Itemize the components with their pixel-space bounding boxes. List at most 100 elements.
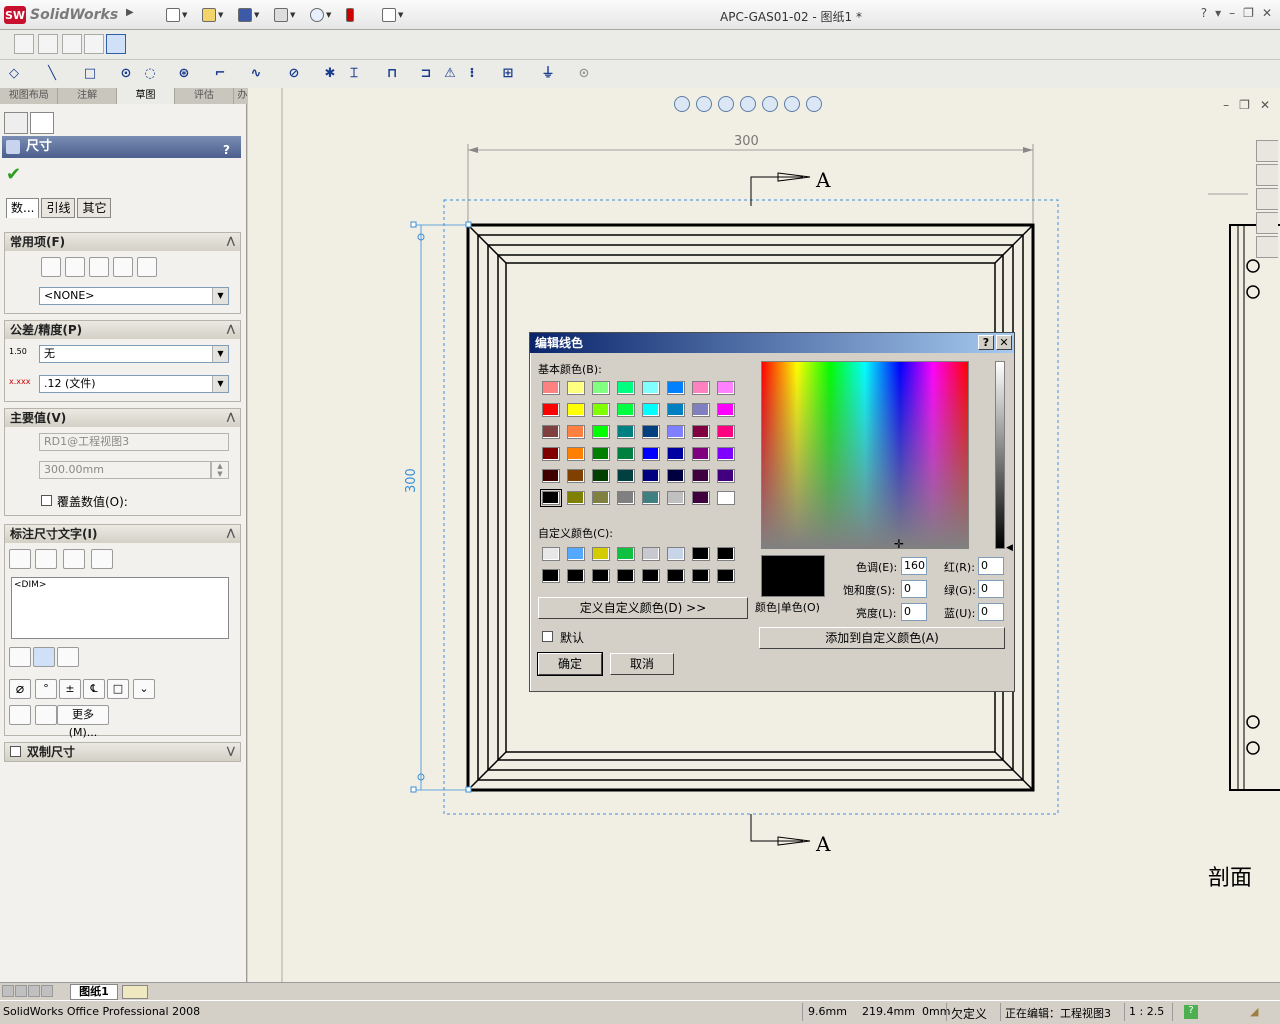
basic-color-swatch[interactable] <box>692 447 710 461</box>
basic-color-swatch[interactable] <box>692 469 710 483</box>
restore-button[interactable]: ❐ <box>1243 6 1254 20</box>
inspection-dimension-button[interactable] <box>63 549 85 569</box>
help-dropdown-icon[interactable]: ▾ <box>1215 6 1221 20</box>
diameter-symbol-button[interactable]: ⌀ <box>9 679 31 699</box>
toolbar-btn-2[interactable] <box>38 34 58 54</box>
align-left-button[interactable] <box>9 647 31 667</box>
basic-color-swatch[interactable] <box>567 469 585 483</box>
color-spectrum[interactable] <box>761 361 969 549</box>
custom-color-swatch[interactable] <box>567 547 585 561</box>
trim-icon[interactable]: ⊐ <box>418 66 434 82</box>
view-palette-icon[interactable] <box>1256 212 1278 234</box>
dual-dimension-checkbox[interactable] <box>10 746 21 757</box>
left-dimension-label[interactable]: 300 <box>404 468 419 493</box>
custom-color-swatch[interactable] <box>717 547 735 561</box>
basic-color-swatch[interactable] <box>717 447 735 461</box>
basic-color-swatch[interactable] <box>717 425 735 439</box>
doc-close-button[interactable]: ✕ <box>1260 98 1270 112</box>
basic-color-swatch[interactable] <box>567 491 585 505</box>
blue-input[interactable]: 0 <box>978 603 1004 621</box>
custom-color-swatch[interactable] <box>542 547 560 561</box>
view-orientation-icon[interactable] <box>784 96 800 112</box>
solidworks-logo[interactable]: SW SolidWorks <box>4 5 130 25</box>
doc-restore-button[interactable]: ❐ <box>1239 98 1250 112</box>
basic-color-swatch[interactable] <box>717 403 735 417</box>
basic-color-swatch[interactable] <box>592 403 610 417</box>
ok-button[interactable]: 确定 <box>537 652 603 676</box>
basic-color-swatch[interactable] <box>642 447 660 461</box>
define-custom-colors-button[interactable]: 定义自定义颜色(D) >> <box>538 597 748 619</box>
file-explorer-icon[interactable] <box>1256 188 1278 210</box>
custom-color-swatch[interactable] <box>692 569 710 583</box>
pan-icon[interactable] <box>762 96 778 112</box>
line-icon[interactable]: ╲ <box>44 66 60 82</box>
save-button[interactable]: ▼ <box>238 6 270 24</box>
rectangle-icon[interactable]: □ <box>82 66 98 82</box>
center-dimension-button[interactable] <box>35 549 57 569</box>
basic-color-swatch[interactable] <box>592 381 610 395</box>
basic-color-swatch[interactable] <box>717 491 735 505</box>
hue-input[interactable]: 160 <box>901 557 927 575</box>
plus-minus-button[interactable]: ± <box>59 679 81 699</box>
load-favorite-button[interactable] <box>137 257 157 277</box>
custom-color-swatch[interactable] <box>617 569 635 583</box>
sheet-tab-1[interactable]: 图纸1 <box>70 984 118 1000</box>
rebuild-button[interactable] <box>346 6 378 24</box>
basic-color-swatch[interactable] <box>540 489 562 507</box>
basic-color-swatch[interactable] <box>567 403 585 417</box>
basic-color-swatch[interactable] <box>617 381 635 395</box>
align-right-button[interactable] <box>57 647 79 667</box>
default-checkbox[interactable] <box>542 631 553 642</box>
ok-check-icon[interactable]: ✔ <box>6 164 21 185</box>
polygon-icon[interactable]: ⊛ <box>176 66 192 82</box>
block-icon[interactable]: ⊞ <box>500 66 516 82</box>
smart-dimension-icon[interactable]: ◇ <box>6 66 22 82</box>
basic-color-swatch[interactable] <box>642 381 660 395</box>
basic-color-swatch[interactable] <box>592 491 610 505</box>
counterbore-button[interactable] <box>9 705 31 725</box>
basic-color-swatch[interactable] <box>692 425 710 439</box>
more-symbols-chevron-icon[interactable]: ⌄ <box>133 679 155 699</box>
basic-color-swatch[interactable] <box>617 403 635 417</box>
dimension-value-field[interactable]: 300.00mm <box>39 461 211 479</box>
help-button[interactable]: ? <box>1201 6 1207 20</box>
status-scale[interactable]: 1 : 2.5 <box>1129 1005 1164 1018</box>
prev-sheet-button[interactable] <box>15 985 27 997</box>
minimize-button[interactable]: – <box>1229 6 1235 20</box>
zoom-to-fit-icon[interactable] <box>674 96 690 112</box>
toolbar-btn-1[interactable] <box>14 34 34 54</box>
fillet-icon[interactable]: ⌐ <box>212 66 228 82</box>
centerpoint-arc-icon[interactable]: ◌ <box>142 66 158 82</box>
rotate-icon[interactable] <box>740 96 756 112</box>
cancel-button[interactable]: 取消 <box>610 653 674 675</box>
luminance-slider[interactable] <box>995 361 1005 549</box>
tab-sketch[interactable]: 草图 <box>116 88 176 104</box>
luminance-input[interactable]: 0 <box>901 603 927 621</box>
last-sheet-button[interactable] <box>41 985 53 997</box>
custom-color-swatch[interactable] <box>642 547 660 561</box>
add-to-custom-colors-button[interactable]: 添加到自定义颜色(A) <box>759 627 1005 649</box>
custom-color-swatch[interactable] <box>592 569 610 583</box>
red-input[interactable]: 0 <box>978 557 1004 575</box>
display-style-icon[interactable] <box>806 96 822 112</box>
basic-color-swatch[interactable] <box>692 381 710 395</box>
basic-color-swatch[interactable] <box>667 403 685 417</box>
basic-color-swatch[interactable] <box>617 469 635 483</box>
basic-color-swatch[interactable] <box>542 425 560 439</box>
add-favorite-button[interactable] <box>65 257 85 277</box>
basic-color-swatch[interactable] <box>667 469 685 483</box>
toolbar-btn-5[interactable] <box>106 34 126 54</box>
basic-color-swatch[interactable] <box>617 491 635 505</box>
basic-color-swatch[interactable] <box>717 469 735 483</box>
tolerance-type-select[interactable]: 无 ▼ <box>39 345 229 363</box>
basic-color-swatch[interactable] <box>617 447 635 461</box>
mirror-icon[interactable]: ⌶ <box>346 66 362 82</box>
basic-color-swatch[interactable] <box>567 425 585 439</box>
dialog-help-button[interactable]: ? <box>978 335 994 350</box>
square-symbol-button[interactable]: □ <box>107 679 129 699</box>
custom-color-swatch[interactable] <box>617 547 635 561</box>
custom-color-swatch[interactable] <box>542 569 560 583</box>
basic-color-swatch[interactable] <box>592 425 610 439</box>
more-symbols-button[interactable]: 更多(M)... <box>57 705 109 739</box>
basic-color-swatch[interactable] <box>667 381 685 395</box>
